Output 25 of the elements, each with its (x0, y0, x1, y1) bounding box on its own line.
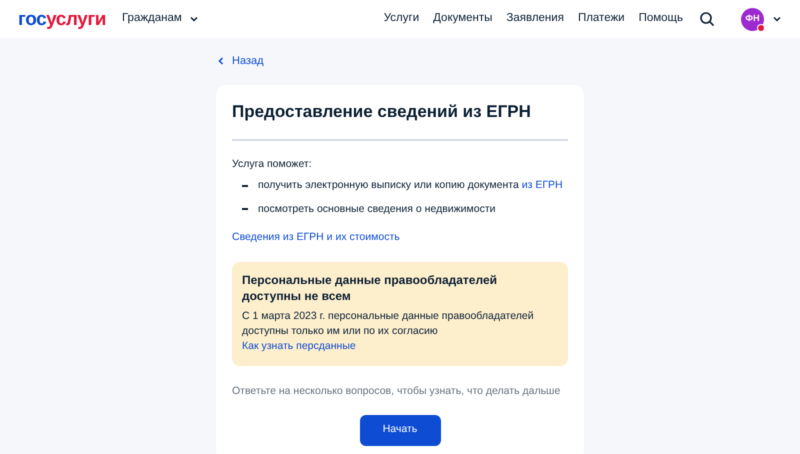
nav-link[interactable]: Платежи (578, 10, 625, 28)
audience-dropdown[interactable]: Гражданам (122, 10, 199, 28)
hint-text: Ответьте на несколько вопросов, чтобы узнать, что делать дальше (232, 384, 562, 399)
list-item-text: посмотреть основные сведения о недвижимости (258, 202, 496, 216)
notice-link[interactable]: Как узнать персданные (242, 339, 558, 354)
intro-text: Услуга поможет: (232, 157, 313, 172)
caret-icon (772, 14, 782, 24)
back-link[interactable]: Назад (216, 53, 584, 70)
user-avatar[interactable]: ФН (741, 8, 764, 30)
dash-icon (242, 208, 248, 210)
notice-title: Персональные данные правообладателей доступны не всем (242, 272, 498, 304)
nav-link[interactable]: Документы (433, 10, 492, 28)
start-button[interactable]: Начать (360, 414, 440, 446)
nav-link[interactable]: Заявления (506, 10, 564, 28)
nav-link[interactable]: Помощь (638, 10, 683, 28)
logo[interactable]: госуслуги (18, 10, 106, 28)
info-link[interactable]: Сведения из ЕГРН и их стоимость (232, 230, 568, 246)
nav-link[interactable]: Услуги (384, 10, 420, 28)
caret-icon (188, 14, 199, 24)
notice-text: С 1 марта 2023 г. персональные данные правообладателей доступны только им или по их согласию (242, 309, 535, 339)
list-item-text: получить электронную выписку или копию документа из ЕГРН (258, 178, 563, 193)
card-title: Предоставление сведений из ЕГРН (232, 98, 568, 141)
dash-icon (242, 184, 248, 187)
inline-link[interactable]: из ЕГРН (522, 178, 563, 191)
search-icon[interactable] (699, 11, 715, 27)
